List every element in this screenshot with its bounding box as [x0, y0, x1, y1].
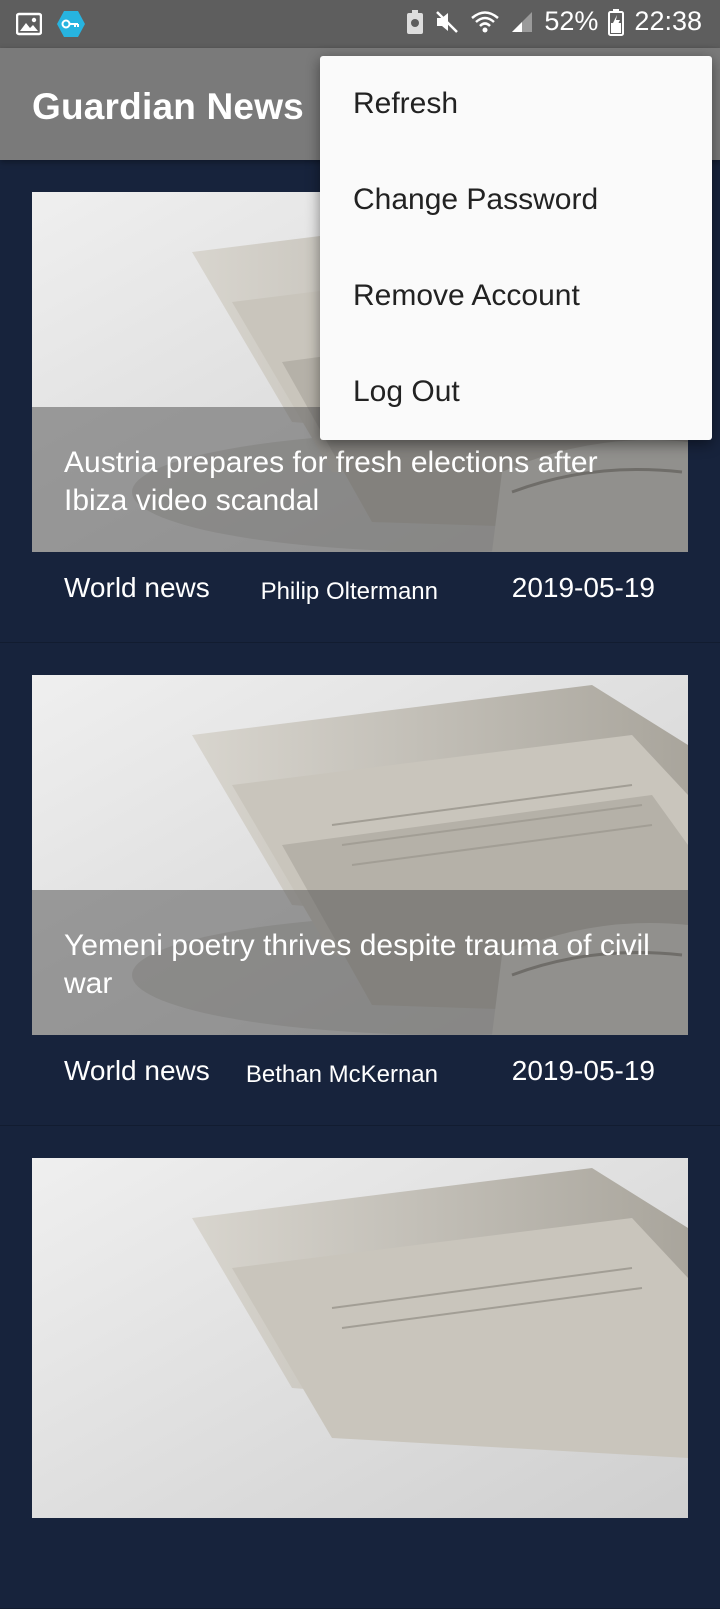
status-right-icons: 52% 22:38 — [406, 6, 702, 37]
app-title: Guardian News — [32, 86, 304, 127]
clock: 22:38 — [634, 6, 702, 36]
article-card[interactable] — [0, 1126, 720, 1609]
vpn-key-icon — [56, 10, 86, 38]
article-date: 2019-05-19 — [511, 1055, 655, 1086]
menu-item-log-out[interactable]: Log Out — [320, 344, 712, 440]
article-author: Philip Oltermann — [260, 578, 438, 605]
wifi-icon — [470, 10, 500, 34]
article-thumbnail[interactable] — [32, 1158, 688, 1518]
article-section: World news — [64, 1055, 210, 1086]
signal-icon — [510, 10, 534, 34]
battery-percent: 52% — [544, 6, 599, 36]
image-icon — [16, 12, 42, 36]
menu-item-remove-account[interactable]: Remove Account — [320, 248, 712, 344]
menu-item-refresh[interactable]: Refresh — [320, 56, 712, 152]
status-bar: 52% 22:38 — [0, 0, 720, 48]
article-section: World news — [64, 572, 210, 603]
article-card[interactable]: Yemeni poetry thrives despite trauma of … — [0, 643, 720, 1126]
status-left-icons — [16, 10, 86, 38]
article-thumbnail[interactable]: Yemeni poetry thrives despite trauma of … — [32, 675, 688, 1035]
battery-saver-icon — [406, 9, 424, 35]
mute-icon — [434, 9, 460, 35]
article-date: 2019-05-19 — [511, 572, 655, 603]
article-headline[interactable]: Yemeni poetry thrives despite trauma of … — [64, 927, 664, 1003]
menu-item-change-password[interactable]: Change Password — [320, 152, 712, 248]
article-author: Bethan McKernan — [245, 1061, 438, 1088]
overflow-menu: Refresh Change Password Remove Account L… — [320, 56, 712, 440]
article-headline[interactable]: Austria prepares for fresh elections aft… — [64, 444, 664, 520]
battery-icon — [608, 8, 625, 36]
